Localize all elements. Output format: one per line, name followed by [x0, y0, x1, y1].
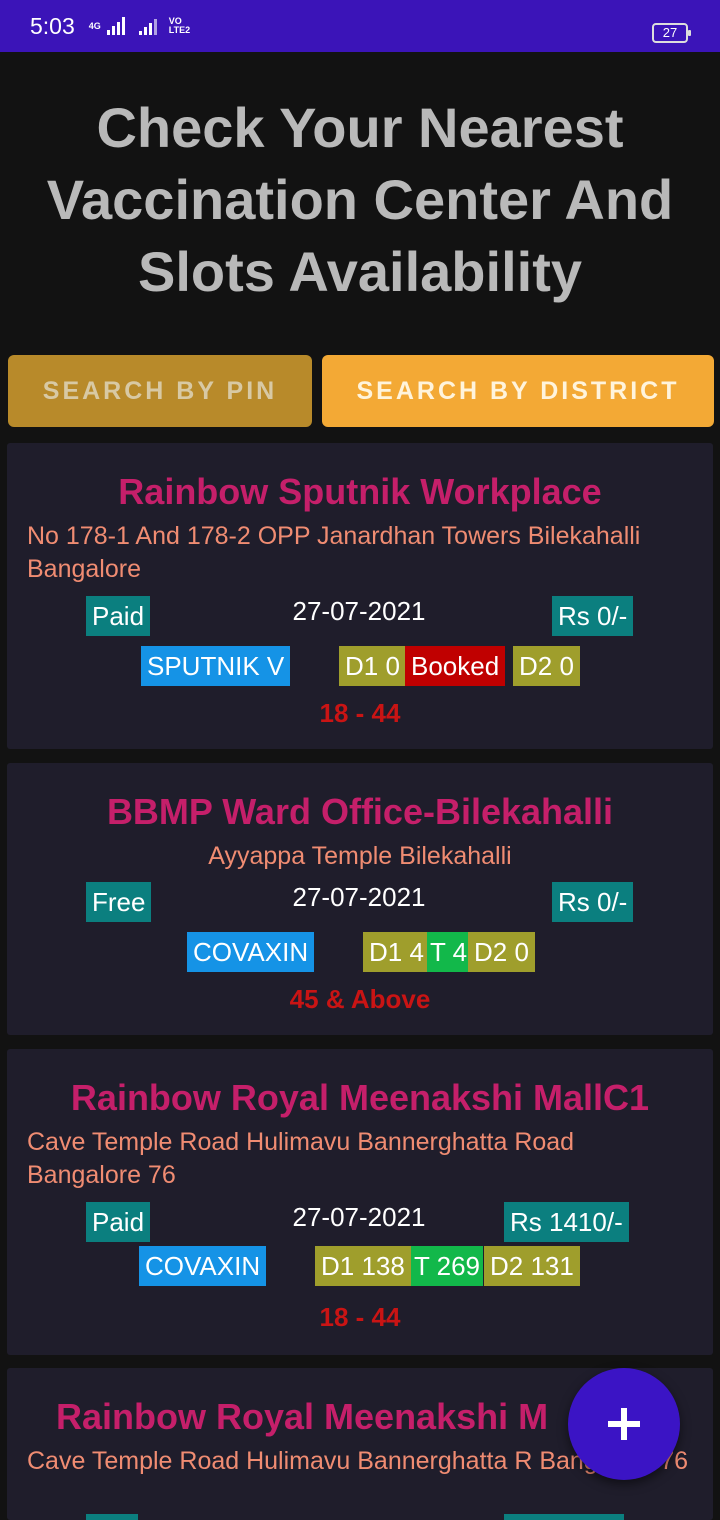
session-date: 27-07-2021	[292, 596, 426, 626]
total-badge: T 4	[427, 932, 471, 972]
age-group: 18 - 44	[319, 1302, 401, 1332]
session-date: 27-07-2021	[292, 882, 426, 912]
age-group: 18 - 44	[319, 698, 401, 728]
vaccine-badge: COVAXIN	[139, 1246, 267, 1286]
center-address: No 178-1 And 178-2 OPP Janardhan Towers …	[27, 522, 641, 583]
dose2-badge: D2 0	[513, 646, 580, 686]
search-tabs: SEARCH BY PIN SEARCH BY DISTRICT	[8, 355, 714, 427]
booked-badge: Booked	[405, 646, 506, 686]
fee-type-badge-partial	[86, 1514, 138, 1520]
dose1-badge: D1 0	[339, 646, 406, 686]
center-name: Rainbow Royal Meenakshi MallC1	[70, 1077, 650, 1118]
vaccine-badge: SPUTNIK V	[141, 646, 291, 686]
fee-type-badge: Free	[86, 882, 152, 922]
fee-type-badge: Paid	[86, 596, 151, 636]
center-address: Cave Temple Road Hulimavu Bannerghatta R…	[27, 1128, 575, 1189]
add-fab-button[interactable]	[568, 1368, 680, 1480]
dose1-badge: D1 138	[315, 1246, 411, 1286]
search-by-district-button[interactable]: SEARCH BY DISTRICT	[322, 355, 714, 427]
plus-icon	[608, 1408, 640, 1440]
search-by-pin-button[interactable]: SEARCH BY PIN	[8, 355, 312, 427]
dose2-badge: D2 0	[468, 932, 535, 972]
page-title: Check Your Nearest Vaccination Center An…	[46, 96, 674, 303]
center-address: Ayyappa Temple Bilekahalli	[208, 842, 512, 870]
center-name: BBMP Ward Office-Bilekahalli	[106, 791, 614, 832]
center-name: Rainbow Royal Meenakshi M	[56, 1396, 549, 1437]
battery-icon: 27	[652, 23, 691, 43]
status-bar: 5:03 4G VO LTE2 27	[0, 0, 720, 52]
fee-badge: Rs 0/-	[552, 596, 634, 636]
signal-icon-2	[138, 17, 157, 35]
volte-label-bottom: LTE2	[168, 25, 191, 35]
signal-icon	[106, 17, 125, 35]
center-name: Rainbow Sputnik Workplace	[118, 471, 602, 512]
session-date: 27-07-2021	[292, 1202, 426, 1232]
fee-badge-partial	[504, 1514, 624, 1520]
center-card[interactable]: BBMP Ward Office-Bilekahalli Ayyappa Tem…	[7, 763, 713, 1035]
network-type-label: 4G	[88, 20, 101, 31]
dose1-badge: D1 4	[363, 932, 430, 972]
fee-badge: Rs 1410/-	[504, 1202, 629, 1242]
age-group: 45 & Above	[289, 984, 431, 1014]
fee-type-badge: Paid	[86, 1202, 151, 1242]
center-card[interactable]: Rainbow Sputnik Workplace No 178-1 And 1…	[7, 443, 713, 749]
center-card[interactable]: Rainbow Royal Meenakshi MallC1 Cave Temp…	[7, 1049, 713, 1355]
dose2-badge: D2 131	[484, 1246, 580, 1286]
volte-icon: VO LTE2	[169, 17, 190, 35]
status-icons: 4G VO LTE2	[89, 17, 190, 35]
total-badge: T 269	[411, 1246, 484, 1286]
fee-badge: Rs 0/-	[552, 882, 634, 922]
vaccine-badge: COVAXIN	[187, 932, 315, 972]
status-time: 5:03	[30, 12, 75, 39]
